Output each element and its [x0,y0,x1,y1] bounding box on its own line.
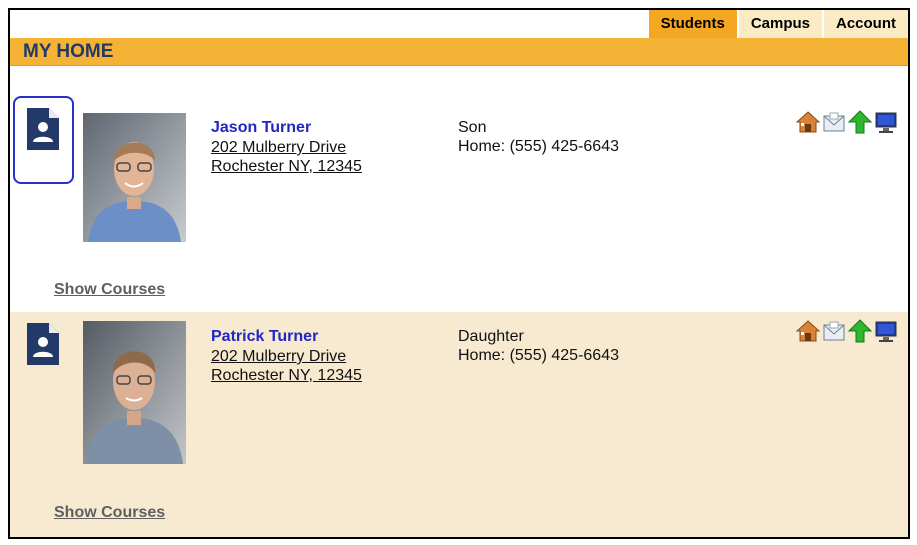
tab-account[interactable]: Account [822,10,908,38]
green-up-arrow-icon[interactable] [847,110,873,134]
house-icon[interactable] [795,319,821,343]
student-phone: Home: (555) 425-6643 [458,347,619,364]
student-row: Patrick Turner 202 Mulberry Drive Roches… [10,312,908,537]
page-frame: Students Campus Account MY HOME Jason Tu… [8,8,910,539]
student-photo [83,321,186,464]
student-photo [83,113,186,242]
top-tabs: Students Campus Account [646,10,908,38]
tab-campus[interactable]: Campus [736,10,822,38]
house-icon[interactable] [795,110,821,134]
student-phone: Home: (555) 425-6643 [458,138,619,155]
envelope-icon[interactable] [822,319,846,343]
page-title: MY HOME [23,41,114,62]
tab-students[interactable]: Students [646,10,737,38]
student-name-link[interactable]: Patrick Turner [211,328,318,346]
student-relationship: Son [458,119,487,136]
student-address-line1[interactable]: 202 Mulberry Drive [211,138,346,157]
page-header-bar: MY HOME [10,38,908,66]
show-courses-link[interactable]: Show Courses [54,504,165,522]
student-relationship: Daughter [458,328,524,345]
green-up-arrow-icon[interactable] [847,319,873,343]
student-address-line1[interactable]: 202 Mulberry Drive [211,347,346,366]
student-action-icons [795,319,898,343]
computer-monitor-icon[interactable] [874,319,898,343]
student-address-line2[interactable]: Rochester NY, 12345 [211,157,362,176]
computer-monitor-icon[interactable] [874,110,898,134]
student-card-icon[interactable] [27,323,59,365]
student-action-icons [795,110,898,134]
show-courses-link[interactable]: Show Courses [54,281,165,299]
student-name-link[interactable]: Jason Turner [211,119,311,137]
student-row: Jason Turner 202 Mulberry Drive Rocheste… [10,66,908,312]
envelope-icon[interactable] [822,110,846,134]
student-card-icon[interactable] [27,108,59,150]
student-address-line2[interactable]: Rochester NY, 12345 [211,366,362,385]
